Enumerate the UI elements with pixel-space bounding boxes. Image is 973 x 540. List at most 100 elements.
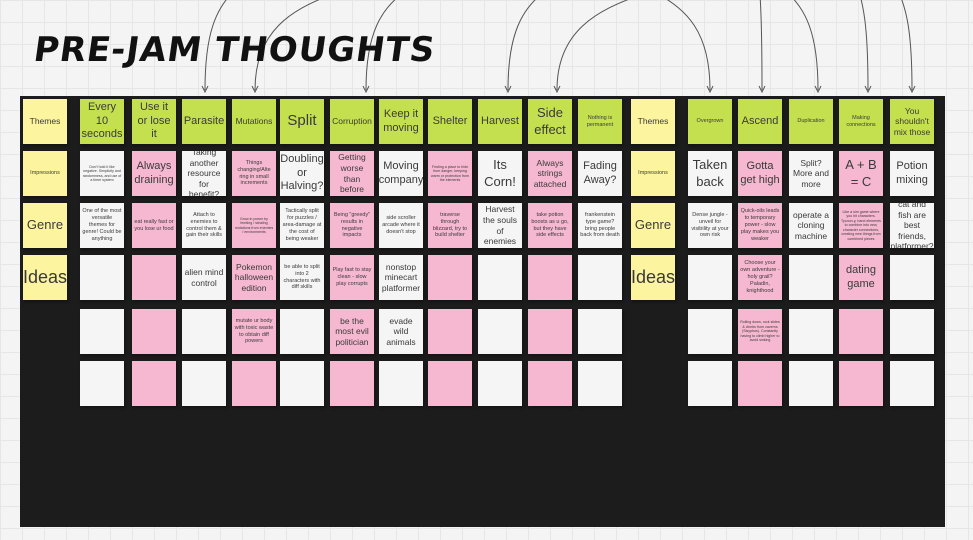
idea-note[interactable]: nonstop minecart platformer (379, 255, 423, 300)
genre-note[interactable]: Attach to enemies to control them & gain… (182, 203, 226, 248)
row-label-genre-note[interactable]: Genre (23, 203, 67, 248)
idea-note[interactable]: Pokemon halloween edition (232, 255, 276, 300)
idea-note[interactable] (688, 255, 732, 300)
idea-note[interactable] (688, 309, 732, 354)
row-label-genre-note[interactable]: Genre (631, 203, 675, 248)
impression-note[interactable]: Doubling or Halving? (280, 151, 324, 196)
idea-note[interactable] (330, 361, 374, 406)
idea-note[interactable] (789, 361, 833, 406)
idea-note[interactable]: be the most evil politician (330, 309, 374, 354)
theme-note[interactable]: Mutations (232, 99, 276, 144)
idea-note[interactable] (478, 361, 522, 406)
idea-note[interactable] (528, 309, 572, 354)
row-label-impressions-note[interactable]: Impressions (23, 151, 67, 196)
impression-note[interactable]: Moving company (379, 151, 423, 196)
idea-note[interactable] (839, 309, 883, 354)
genre-note[interactable]: Grow in power by feeding / stealing muta… (232, 203, 276, 248)
idea-note[interactable] (80, 309, 124, 354)
impression-note[interactable]: Fading Away? (578, 151, 622, 196)
impression-note[interactable]: Things changing/Alte ring in small incre… (232, 151, 276, 196)
idea-note[interactable] (280, 309, 324, 354)
genre-note[interactable]: One of the most versatile themes for gen… (80, 203, 124, 248)
idea-note[interactable]: mutate ur body with toxic waste to obtai… (232, 309, 276, 354)
idea-note[interactable]: evade wild animals (379, 309, 423, 354)
idea-note[interactable] (280, 361, 324, 406)
genre-note[interactable]: operate a cloning machine (789, 203, 833, 248)
genre-note[interactable]: Quick-oils leads to temporary power - sl… (738, 203, 782, 248)
idea-note[interactable]: Choose your own adventure - holy grail? … (738, 255, 782, 300)
idea-note[interactable] (478, 255, 522, 300)
idea-note[interactable] (578, 361, 622, 406)
theme-note[interactable]: Duplication (789, 99, 833, 144)
idea-note[interactable] (182, 309, 226, 354)
row-label-ideas-note[interactable]: Ideas (631, 255, 675, 300)
theme-note[interactable]: Shelter (428, 99, 472, 144)
impression-note[interactable]: Getting worse than before (330, 151, 374, 196)
genre-note[interactable]: Tactically split for puzzles / area-dama… (280, 203, 324, 248)
idea-note[interactable] (379, 361, 423, 406)
theme-note[interactable]: Corruption (330, 99, 374, 144)
idea-note[interactable] (789, 309, 833, 354)
idea-note[interactable]: dating game (839, 255, 883, 300)
impression-note[interactable]: Its Corn! (478, 151, 522, 196)
sticky-board[interactable]: Themes Impressions Genre Ideas Themes Impress… (20, 96, 945, 527)
idea-note[interactable] (132, 309, 176, 354)
genre-note[interactable]: cat and fish are best friends, platforme… (890, 203, 934, 248)
idea-note[interactable] (182, 361, 226, 406)
idea-note[interactable]: Play fast to stay clean - slow play corr… (330, 255, 374, 300)
impression-note[interactable]: Gotta get high (738, 151, 782, 196)
impression-note[interactable]: Potion mixing (890, 151, 934, 196)
row-label-themes-note[interactable]: Themes (631, 99, 675, 144)
idea-note[interactable] (232, 361, 276, 406)
impression-note[interactable]: Taken back (688, 151, 732, 196)
theme-note[interactable]: Nothing is permanent (578, 99, 622, 144)
theme-note[interactable]: Side effect (528, 99, 572, 144)
theme-note[interactable]: Harvest (478, 99, 522, 144)
idea-note[interactable] (428, 361, 472, 406)
row-label-themes-note[interactable]: Themes (23, 99, 67, 144)
idea-note[interactable] (578, 309, 622, 354)
idea-note[interactable] (528, 361, 572, 406)
idea-note[interactable] (80, 361, 124, 406)
genre-note[interactable]: traverse through blizzard, try to build … (428, 203, 472, 248)
idea-note[interactable] (688, 361, 732, 406)
theme-note[interactable]: Every 10 seconds (80, 99, 124, 144)
theme-note[interactable]: Use it or lose it (132, 99, 176, 144)
theme-note[interactable]: Parasite (182, 99, 226, 144)
idea-note[interactable] (890, 255, 934, 300)
impression-note[interactable]: A + B = C (839, 151, 883, 196)
theme-note[interactable]: Ascend (738, 99, 782, 144)
genre-note[interactable]: frankenstein type game? bring people bac… (578, 203, 622, 248)
idea-note[interactable] (528, 255, 572, 300)
theme-note[interactable]: Keep it moving (379, 99, 423, 144)
theme-note[interactable]: Split (280, 99, 324, 144)
row-label-impressions-note[interactable]: Impressions (631, 151, 675, 196)
impression-note[interactable]: Taking another resource for benefit? (182, 151, 226, 196)
idea-note[interactable] (132, 361, 176, 406)
idea-note[interactable] (578, 255, 622, 300)
idea-note[interactable] (428, 255, 472, 300)
theme-note[interactable]: You shouldn't mix those (890, 99, 934, 144)
idea-note[interactable] (428, 309, 472, 354)
genre-note[interactable]: eat really fast or you lose ur food (132, 203, 176, 248)
impression-note[interactable]: Always strings attached (528, 151, 572, 196)
genre-note[interactable]: side scroller arcade where it doesn't st… (379, 203, 423, 248)
impression-note[interactable]: Always draining (132, 151, 176, 196)
genre-note[interactable]: Like a sim game where you hit characters… (839, 203, 883, 248)
impression-note[interactable]: Finding a place to hide from danger, kee… (428, 151, 472, 196)
idea-note[interactable] (789, 255, 833, 300)
idea-note[interactable]: alien mind control (182, 255, 226, 300)
idea-note[interactable] (738, 361, 782, 406)
idea-note[interactable] (890, 361, 934, 406)
theme-note[interactable]: Overgrown (688, 99, 732, 144)
idea-note[interactable] (478, 309, 522, 354)
idea-note[interactable] (132, 255, 176, 300)
genre-note[interactable]: Dense jungle - unveil for visibility at … (688, 203, 732, 248)
idea-note[interactable]: be able to split into 2 characters with … (280, 255, 324, 300)
genre-note[interactable]: Harvest the souls of enemies (478, 203, 522, 248)
theme-note[interactable]: Making connections (839, 99, 883, 144)
genre-note[interactable]: take potion boosts as u go, but they hav… (528, 203, 572, 248)
idea-note[interactable]: Rolling down, rock slides & climbs from … (738, 309, 782, 354)
impression-note[interactable]: Split? More and more (789, 151, 833, 196)
idea-note[interactable] (80, 255, 124, 300)
